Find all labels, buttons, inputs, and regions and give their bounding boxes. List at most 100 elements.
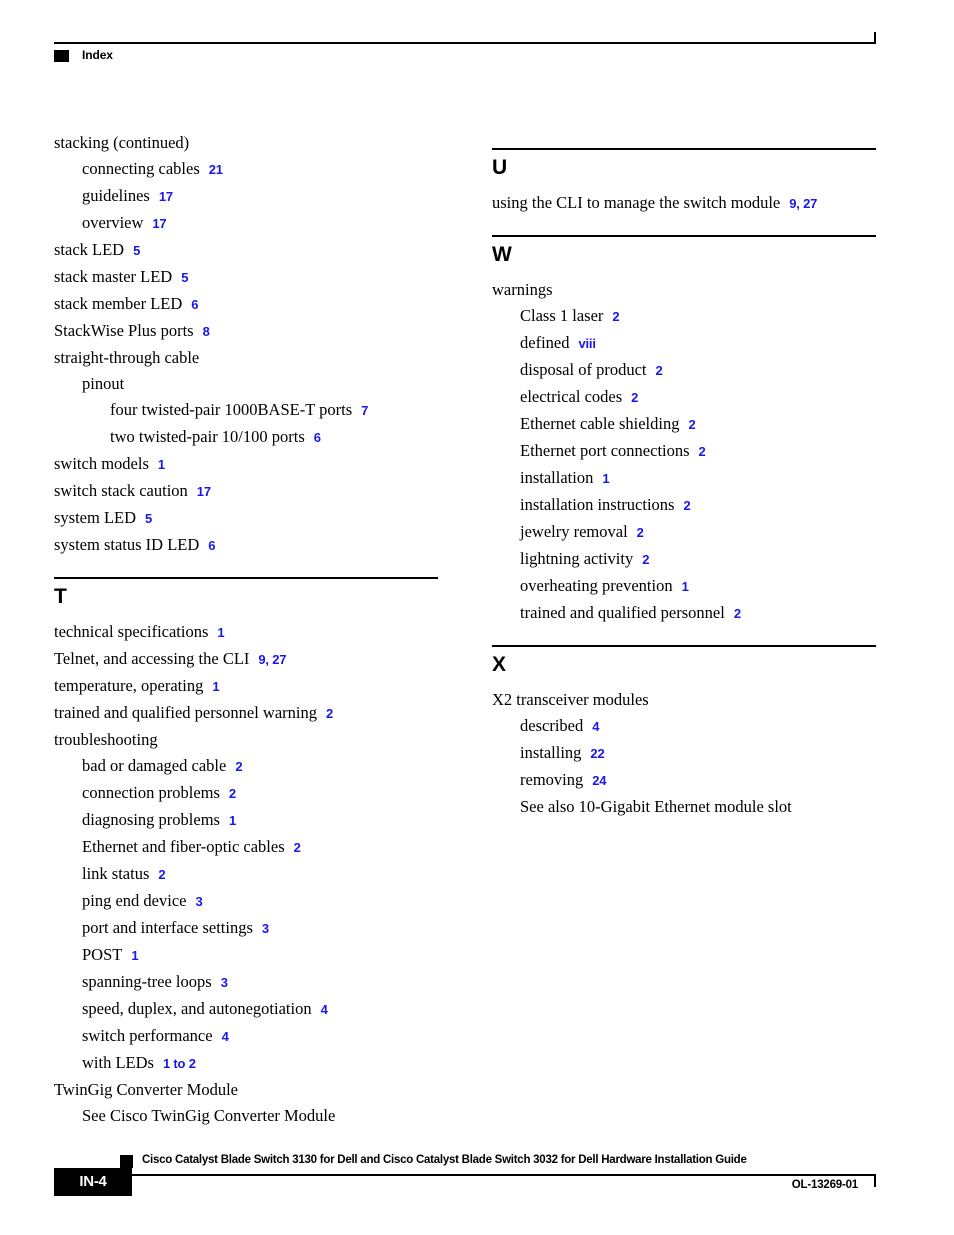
index-entry-page-reference[interactable]: 1 to 2: [163, 1056, 196, 1071]
index-entry-page-reference[interactable]: 4: [222, 1029, 229, 1044]
index-entry-page-reference[interactable]: 7: [361, 403, 368, 418]
index-entry: removing 24: [492, 767, 892, 794]
index-entry-text: switch stack caution: [54, 481, 188, 500]
index-entry: connecting cables 21: [54, 156, 454, 183]
index-entry: troubleshooting: [54, 727, 454, 753]
index-entry-page-reference[interactable]: 5: [181, 270, 188, 285]
index-entry-page-reference[interactable]: 2: [294, 840, 301, 855]
index-entry-page-reference[interactable]: 1: [158, 457, 165, 472]
index-entry-text: stack LED: [54, 240, 125, 259]
index-entry: installing 22: [492, 740, 892, 767]
index-entry-page-reference[interactable]: 4: [321, 1002, 328, 1017]
index-entry-page-reference[interactable]: 2: [637, 525, 644, 540]
index-entry-page-reference[interactable]: 2: [612, 309, 619, 324]
index-entry: installation 1: [492, 465, 892, 492]
index-entry: installation instructions 2: [492, 492, 892, 519]
index-entry: using the CLI to manage the switch modul…: [492, 190, 892, 217]
index-entry-page-reference[interactable]: 9, 27: [789, 196, 817, 211]
index-entry-page-reference[interactable]: 8: [203, 324, 210, 339]
index-entry-page-reference[interactable]: 1: [217, 625, 224, 640]
index-entry-page-reference[interactable]: 2: [734, 606, 741, 621]
index-entry-page-reference[interactable]: 21: [209, 162, 223, 177]
index-entry-text: removing: [520, 770, 584, 789]
index-entry-page-reference[interactable]: 17: [197, 484, 211, 499]
index-entry: warnings: [492, 277, 892, 303]
index-entry: TwinGig Converter Module: [54, 1077, 454, 1103]
index-entry-page-reference[interactable]: 2: [642, 552, 649, 567]
section-letter-heading: W: [492, 243, 512, 266]
index-entry-text: Ethernet and fiber-optic cables: [82, 837, 285, 856]
header-rule-end-tick: [874, 32, 876, 44]
index-entry: Telnet, and accessing the CLI 9, 27: [54, 646, 454, 673]
index-entry-text: StackWise Plus ports: [54, 321, 194, 340]
index-entry-page-reference[interactable]: 2: [158, 867, 165, 882]
index-entry: trained and qualified personnel warning 2: [54, 700, 454, 727]
index-entry-page-reference[interactable]: 1: [602, 471, 609, 486]
index-entry-text: electrical codes: [520, 387, 623, 406]
index-entry-text: See also 10-Gigabit Ethernet module slot: [520, 797, 792, 816]
index-entry-text: link status: [82, 864, 150, 883]
index-entry-page-reference[interactable]: 1: [131, 948, 138, 963]
index-entry: Ethernet port connections 2: [492, 438, 892, 465]
index-entry: See Cisco TwinGig Converter Module: [54, 1103, 454, 1129]
index-entry-page-reference[interactable]: 24: [592, 773, 606, 788]
index-entry: system status ID LED 6: [54, 532, 454, 559]
index-entry: Class 1 laser 2: [492, 303, 892, 330]
index-entry-page-reference[interactable]: 1: [682, 579, 689, 594]
index-entry: POST 1: [54, 942, 454, 969]
index-entry: four twisted-pair 1000BASE-T ports 7: [54, 397, 454, 424]
index-entry-page-reference[interactable]: 6: [191, 297, 198, 312]
index-section-x: X X2 transceiver modules described 4 install…: [492, 645, 892, 820]
index-entry-page-reference[interactable]: 2: [326, 706, 333, 721]
index-entry-page-reference[interactable]: 2: [688, 417, 695, 432]
index-entry-page-reference[interactable]: 2: [235, 759, 242, 774]
index-entry-page-reference[interactable]: 22: [590, 746, 604, 761]
index-entry-text: Class 1 laser: [520, 306, 604, 325]
index-entry: ping end device 3: [54, 888, 454, 915]
index-entry-text: Ethernet port connections: [520, 441, 690, 460]
index-entry-page-reference[interactable]: 2: [229, 786, 236, 801]
index-entry-page-reference[interactable]: 9, 27: [258, 652, 286, 667]
index-entry-page-reference[interactable]: 2: [683, 498, 690, 513]
index-entry-page-reference[interactable]: 17: [159, 189, 173, 204]
index-entry-page-reference[interactable]: 5: [145, 511, 152, 526]
index-section-w: Wwarnings Class 1 laser 2 defined viii dispos…: [492, 235, 892, 627]
index-section-continued: stacking (continued) connecting cables 21 g…: [54, 130, 454, 559]
index-entry: disposal of product 2: [492, 357, 892, 384]
index-entry-page-reference[interactable]: 6: [208, 538, 215, 553]
section-letter-heading: X: [492, 653, 507, 676]
index-entry-text: technical specifications: [54, 622, 209, 641]
index-entry-page-reference[interactable]: 5: [133, 243, 140, 258]
index-entry-page-reference[interactable]: 6: [314, 430, 321, 445]
index-entry-text: defined: [520, 333, 570, 352]
index-entry: Ethernet cable shielding 2: [492, 411, 892, 438]
index-entry-page-reference[interactable]: 1: [212, 679, 219, 694]
index-entry-page-reference[interactable]: 3: [221, 975, 228, 990]
index-entry-text: See Cisco TwinGig Converter Module: [82, 1106, 336, 1125]
index-entry-page-reference[interactable]: 2: [655, 363, 662, 378]
index-entry: speed, duplex, and autonegotiation 4: [54, 996, 454, 1023]
section-divider-rule: [492, 148, 876, 150]
index-entry-page-reference[interactable]: viii: [578, 336, 595, 351]
index-entry-page-reference[interactable]: 17: [152, 216, 166, 231]
index-entry: Ethernet and fiber-optic cables 2: [54, 834, 454, 861]
index-entry-page-reference[interactable]: 3: [195, 894, 202, 909]
index-entry-page-reference[interactable]: 2: [631, 390, 638, 405]
index-entry-text: disposal of product: [520, 360, 647, 379]
index-entry: pinout: [54, 371, 454, 397]
index-entry: switch performance 4: [54, 1023, 454, 1050]
index-entry-page-reference[interactable]: 2: [699, 444, 706, 459]
index-entry: port and interface settings 3: [54, 915, 454, 942]
index-entry-text: with LEDs: [82, 1053, 154, 1072]
index-entry-page-reference[interactable]: 3: [262, 921, 269, 936]
index-entry: See also 10-Gigabit Ethernet module slot: [492, 794, 892, 820]
index-entry-page-reference[interactable]: 1: [229, 813, 236, 828]
index-entry-page-reference[interactable]: 4: [592, 719, 599, 734]
index-entry: X2 transceiver modules: [492, 687, 892, 713]
index-entry-text: spanning-tree loops: [82, 972, 212, 991]
index-entry-text: Telnet, and accessing the CLI: [54, 649, 250, 668]
index-entry-text: trained and qualified personnel: [520, 603, 725, 622]
index-entry-text: warnings: [492, 280, 553, 299]
index-entry-text: stack master LED: [54, 267, 173, 286]
index-entry-text: trained and qualified personnel warning: [54, 703, 317, 722]
